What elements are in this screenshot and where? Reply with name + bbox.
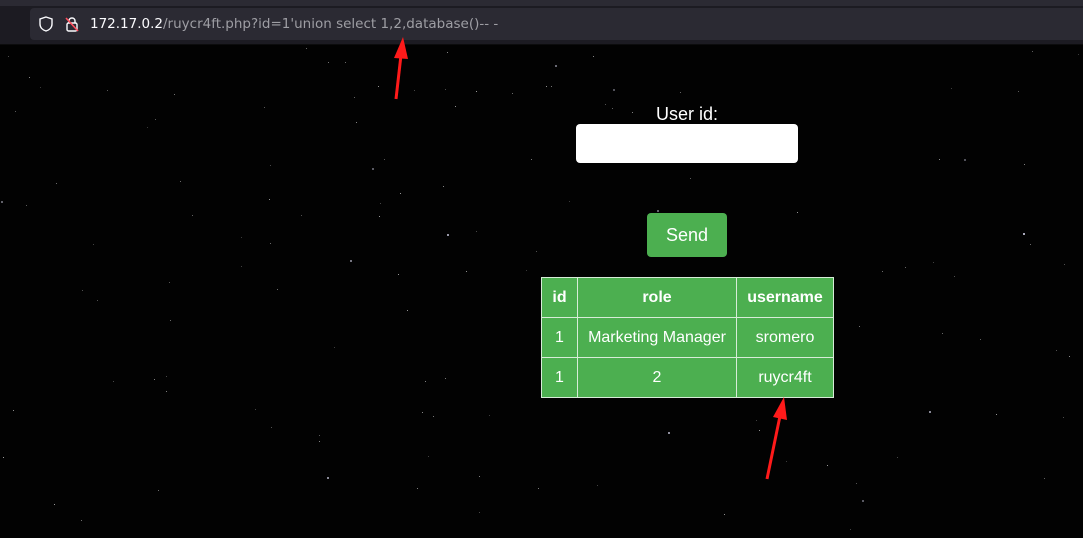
browser-viewport: 172.17.0.2/ruycr4ft.php?id=1'union selec… <box>0 0 1083 538</box>
annotation-arrow-username <box>765 397 787 480</box>
annotation-arrows <box>394 37 787 480</box>
annotation-arrow-url <box>394 37 408 100</box>
